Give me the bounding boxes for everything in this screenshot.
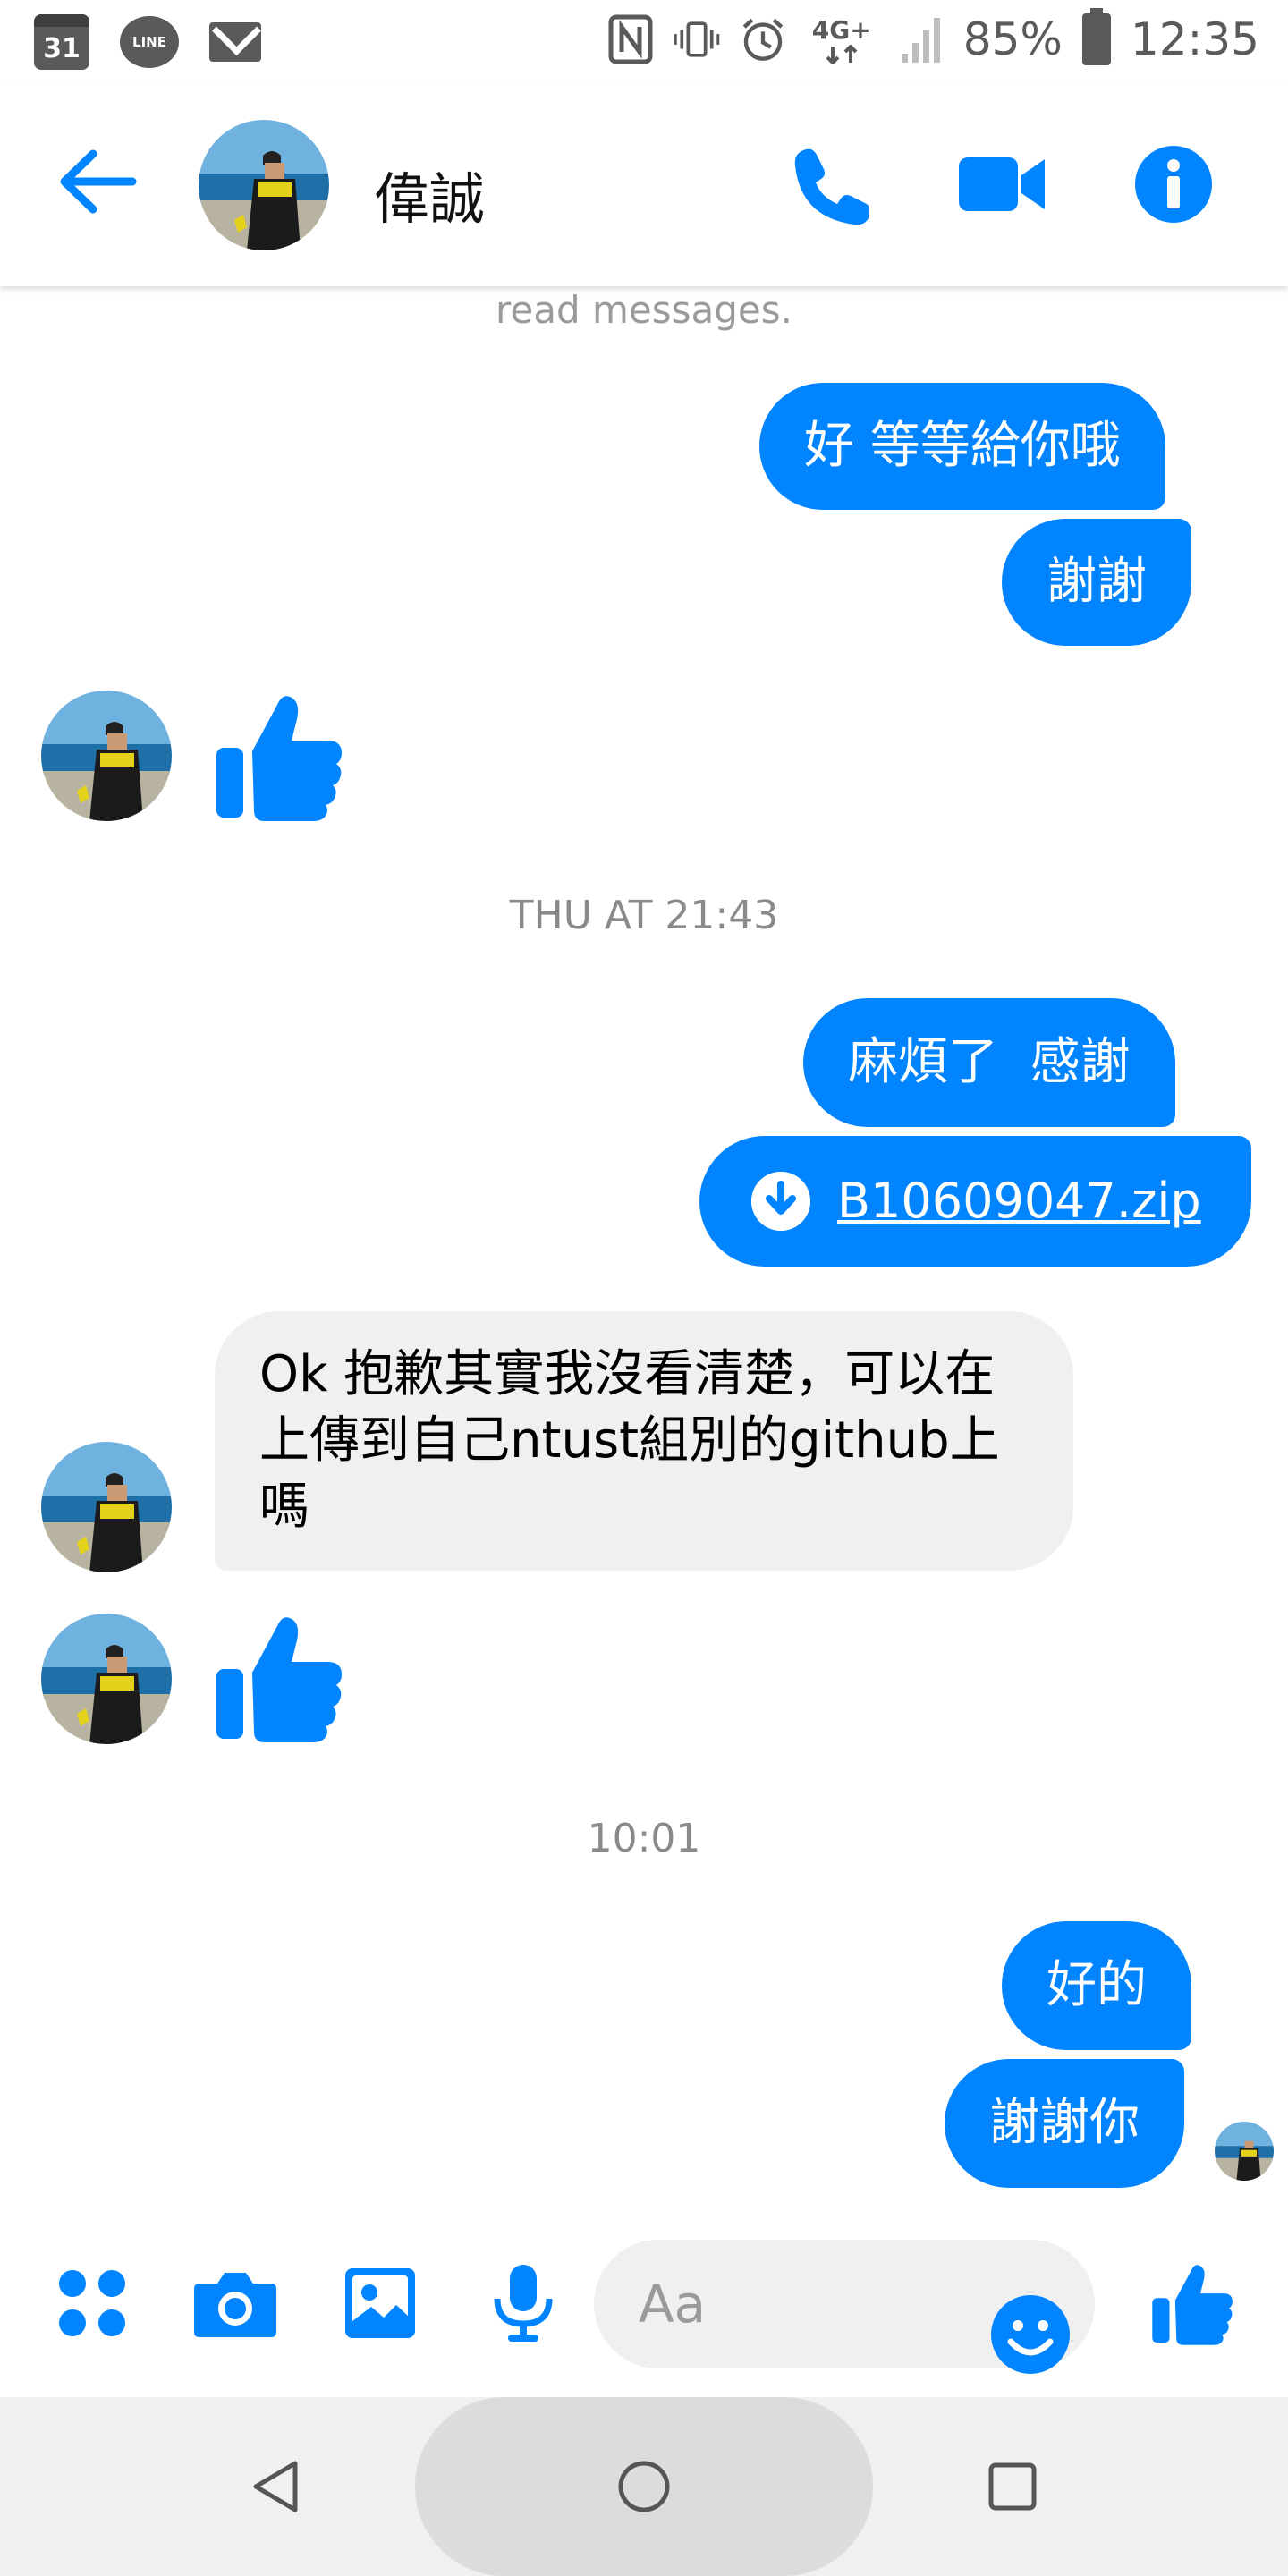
like-thumbs-up-icon — [215, 689, 349, 823]
smiley-emoji-icon — [991, 2295, 1070, 2374]
nav-back-button[interactable] — [231, 2442, 320, 2531]
contact-avatar[interactable] — [199, 120, 329, 250]
message-composer — [0, 2209, 1288, 2397]
video-call-button[interactable] — [957, 140, 1046, 229]
seen-by-avatar — [1215, 2122, 1274, 2181]
nfc-icon — [607, 13, 654, 66]
gmail-notification-icon — [209, 22, 261, 62]
photo-gallery-icon — [345, 2268, 415, 2338]
download-icon[interactable] — [751, 1172, 810, 1231]
conversation-header: 偉誠 — [0, 86, 1288, 286]
system-navigation-bar — [0, 2397, 1288, 2576]
triangle-back-icon — [253, 2461, 298, 2512]
battery-percent: 85% — [962, 13, 1063, 65]
thumbs-up-icon — [1152, 2265, 1233, 2345]
message-text: 好的 — [1046, 1956, 1147, 2014]
emoji-button[interactable] — [989, 2293, 1072, 2376]
more-actions-button[interactable] — [43, 2254, 141, 2352]
message-bubble-sent[interactable]: 好的 — [1002, 1921, 1191, 2050]
message-text: 好 等等給你哦 — [804, 417, 1121, 475]
voice-call-button[interactable] — [784, 140, 873, 229]
message-text: Ok 抱歉其實我沒看清楚，可以在上傳到自己ntust組別的github上嗎 — [259, 1345, 1000, 1536]
square-recents-icon — [988, 2462, 1037, 2511]
message-bubble-sent[interactable]: 麻煩了 感謝 — [803, 998, 1175, 1127]
vibrate-icon — [674, 13, 720, 66]
read-receipt-note: read messages. — [496, 288, 792, 332]
signal-icon — [897, 13, 944, 66]
contact-avatar[interactable] — [41, 1442, 172, 1572]
circle-home-icon — [618, 2461, 670, 2512]
message-bubble-sent[interactable]: 好 等等給你哦 — [759, 383, 1165, 510]
status-bar: 31 LINE 4G+ 85% 12:35 — [0, 0, 1288, 86]
voice-message-button[interactable] — [474, 2254, 572, 2352]
message-bubble-sent[interactable]: 謝謝 — [1002, 519, 1191, 646]
like-thumbs-up-icon — [215, 1610, 349, 1744]
video-camera-icon — [959, 157, 1045, 211]
nav-home-button[interactable] — [599, 2442, 689, 2531]
back-button[interactable] — [54, 141, 143, 222]
network-4g-icon: 4G+ — [806, 13, 877, 66]
conversation-info-button[interactable] — [1129, 140, 1218, 229]
four-dots-icon — [59, 2270, 125, 2336]
timestamp: 10:01 — [587, 1816, 701, 1861]
line-notification-icon: LINE — [120, 16, 179, 68]
camera-icon — [194, 2273, 276, 2337]
back-arrow-icon — [60, 149, 137, 214]
info-icon — [1135, 146, 1212, 223]
calendar-notification-icon: 31 — [34, 14, 89, 70]
gallery-button[interactable] — [331, 2254, 429, 2352]
message-text: 麻煩了 感謝 — [848, 1033, 1131, 1091]
nav-recents-button[interactable] — [968, 2442, 1057, 2531]
timestamp: THU AT 21:43 — [509, 893, 779, 938]
file-attachment-bubble[interactable]: B10609047.zip — [699, 1136, 1251, 1267]
camera-button[interactable] — [186, 2254, 284, 2352]
clock: 12:35 — [1130, 13, 1259, 65]
microphone-icon — [494, 2265, 553, 2342]
phone-icon — [794, 148, 869, 225]
battery-icon — [1081, 8, 1111, 65]
alarm-icon — [740, 13, 786, 66]
message-bubble-sent[interactable]: 謝謝你 — [945, 2059, 1184, 2188]
file-name-link[interactable]: B10609047.zip — [837, 1169, 1201, 1233]
message-text: 謝謝 — [1046, 553, 1147, 611]
contact-avatar[interactable] — [41, 691, 172, 821]
message-text: 謝謝你 — [989, 2094, 1140, 2152]
send-like-button[interactable] — [1145, 2254, 1243, 2352]
message-bubble-received[interactable]: Ok 抱歉其實我沒看清楚，可以在上傳到自己ntust組別的github上嗎 — [215, 1311, 1073, 1571]
contact-name[interactable]: 偉誠 — [374, 154, 485, 234]
contact-avatar[interactable] — [41, 1614, 172, 1744]
